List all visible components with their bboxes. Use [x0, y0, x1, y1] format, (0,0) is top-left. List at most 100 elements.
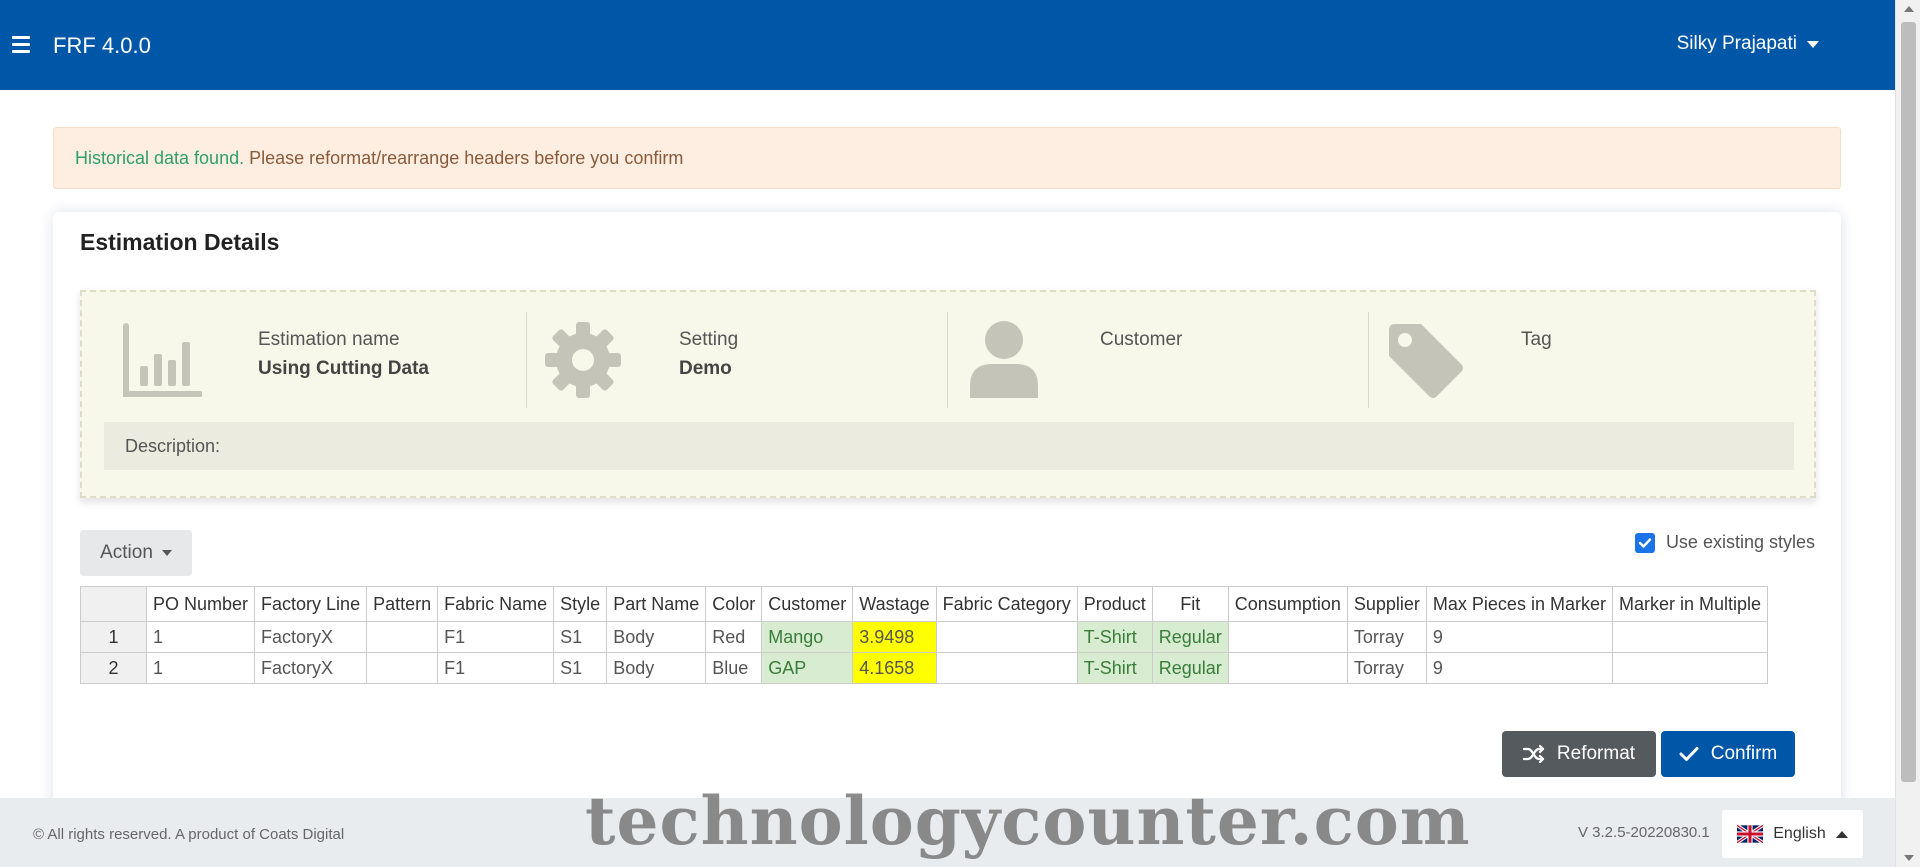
version-text: V 3.2.5-20220830.1	[1578, 824, 1710, 841]
hamburger-menu-icon[interactable]	[12, 36, 30, 53]
row-index-cell[interactable]: 1	[80, 621, 147, 653]
table-row[interactable]: 2 1 FactoryX F1 S1 Body Blue GAP 4.1658 T-Shirt Re…	[80, 652, 1769, 684]
column-header[interactable]: Product	[1076, 586, 1153, 622]
tag-icon	[1389, 324, 1463, 398]
user-name: Silky Prajapati	[1676, 33, 1797, 54]
scroll-down-arrow-icon[interactable]	[1904, 855, 1914, 861]
data-grid[interactable]: PO Number Factory Line Pattern Fabric Name S…	[80, 586, 1816, 696]
confirm-button[interactable]: Confirm	[1661, 731, 1795, 777]
estimation-name-value: Using Cutting Data	[258, 358, 429, 379]
reformat-button[interactable]: Reformat	[1502, 731, 1656, 777]
column-header[interactable]: Customer	[761, 586, 854, 622]
table-cell[interactable]	[1611, 652, 1769, 684]
copyright-text: © All rights reserved. A product of Coat…	[33, 826, 345, 843]
column-header[interactable]: Max Pieces in Marker	[1425, 586, 1613, 622]
table-body: 1 1 FactoryX F1 S1 Body Red Mango 3.9498 T-Shirt R…	[80, 621, 1769, 684]
user-menu[interactable]: Silky Prajapati	[1677, 33, 1819, 55]
alert-message: Please reformat/rearrange headers before…	[249, 148, 684, 168]
column-header[interactable]: Part Name	[606, 586, 707, 622]
table-cell[interactable]: T-Shirt	[1076, 652, 1153, 684]
table-cell[interactable]: Body	[606, 621, 707, 653]
setting-value: Demo	[679, 358, 732, 379]
description-label: Description:	[125, 436, 221, 456]
caret-down-icon	[161, 550, 172, 556]
column-header[interactable]: Supplier	[1346, 586, 1427, 622]
column-header[interactable]: PO Number	[145, 586, 256, 622]
table-cell[interactable]: Torray	[1346, 621, 1427, 653]
description-row: Description:	[104, 422, 1794, 470]
column-header[interactable]: Style	[553, 586, 608, 622]
scroll-thumb[interactable]	[1901, 22, 1916, 782]
uk-flag-icon	[1737, 825, 1764, 843]
shuffle-icon	[1522, 745, 1545, 763]
column-header[interactable]: Fit	[1151, 586, 1229, 622]
row-index-header[interactable]	[80, 586, 147, 622]
row-index-cell[interactable]: 2	[80, 652, 147, 684]
table-cell[interactable]	[366, 621, 439, 653]
column-header[interactable]: Fabric Name	[437, 586, 555, 622]
table-cell[interactable]: T-Shirt	[1076, 621, 1153, 653]
gear-icon	[545, 322, 621, 398]
table-cell[interactable]: GAP	[761, 652, 854, 684]
table-cell[interactable]: S1	[553, 652, 608, 684]
column-header[interactable]: Consumption	[1227, 586, 1348, 622]
table-header-row: PO Number Factory Line Pattern Fabric Name S…	[80, 586, 1769, 622]
table-cell[interactable]	[1227, 621, 1348, 653]
use-existing-styles-checkbox[interactable]	[1634, 532, 1655, 553]
caret-down-icon	[1807, 40, 1819, 48]
page-scrollbar[interactable]	[1895, 0, 1920, 867]
info-setting: Setting Demo	[523, 312, 943, 410]
table-cell[interactable]: Red	[705, 621, 763, 653]
column-header[interactable]: Wastage	[852, 586, 937, 622]
action-dropdown-button[interactable]: Action	[80, 530, 192, 576]
table-cell[interactable]	[1227, 652, 1348, 684]
setting-label: Setting	[679, 329, 739, 350]
app-title[interactable]: FRF 4.0.0	[53, 33, 151, 59]
bar-chart-icon	[123, 323, 202, 397]
table-cell[interactable]	[935, 621, 1078, 653]
checkmark-icon	[1638, 537, 1652, 548]
historical-data-alert: Historical data found. Please reformat/r…	[53, 127, 1841, 189]
estimation-info-panel: Estimation name Using Cutting Data Setti…	[80, 290, 1816, 498]
column-header[interactable]: Marker in Multiple	[1611, 586, 1769, 622]
column-header[interactable]: Factory Line	[254, 586, 368, 622]
table-cell[interactable]: 1	[145, 652, 256, 684]
estimation-details-card: Estimation Details Estimation name Using…	[53, 212, 1841, 812]
confirm-label: Confirm	[1710, 743, 1778, 764]
table-cell[interactable]: FactoryX	[254, 652, 368, 684]
table-cell[interactable]	[366, 652, 439, 684]
table-cell[interactable]: FactoryX	[254, 621, 368, 653]
use-existing-styles-toggle[interactable]: Use existing styles	[1634, 532, 1815, 553]
table-row[interactable]: 1 1 FactoryX F1 S1 Body Red Mango 3.9498 T-Shirt R…	[80, 621, 1769, 653]
scroll-up-arrow-icon[interactable]	[1904, 6, 1914, 12]
table-cell[interactable]	[1611, 621, 1769, 653]
table-cell[interactable]: 4.1658	[852, 652, 937, 684]
table-cell[interactable]: 9	[1425, 652, 1613, 684]
tag-label: Tag	[1521, 329, 1552, 350]
table-cell[interactable]: Body	[606, 652, 707, 684]
table-cell[interactable]	[935, 652, 1078, 684]
info-customer: Customer	[944, 312, 1364, 410]
table-cell[interactable]: Regular	[1151, 652, 1229, 684]
table-cell[interactable]: Mango	[761, 621, 854, 653]
table-cell[interactable]: 3.9498	[852, 621, 937, 653]
language-selector[interactable]: English	[1722, 810, 1863, 858]
table-cell[interactable]: Torray	[1346, 652, 1427, 684]
table-cell[interactable]: F1	[437, 621, 555, 653]
column-header[interactable]: Fabric Category	[935, 586, 1078, 622]
column-header[interactable]: Color	[705, 586, 763, 622]
checkmark-icon	[1679, 747, 1699, 761]
top-navbar: FRF 4.0.0 Silky Prajapati	[0, 0, 1895, 90]
table-cell[interactable]: S1	[553, 621, 608, 653]
use-existing-styles-label: Use existing styles	[1665, 532, 1815, 552]
table-cell[interactable]: Regular	[1151, 621, 1229, 653]
table-cell[interactable]: Blue	[705, 652, 763, 684]
estimation-name-label: Estimation name	[258, 329, 400, 350]
caret-up-icon	[1835, 830, 1848, 838]
table-cell[interactable]: 9	[1425, 621, 1613, 653]
language-label: English	[1773, 825, 1826, 842]
table-cell[interactable]: 1	[145, 621, 256, 653]
table-cell[interactable]: F1	[437, 652, 555, 684]
watermark: technologycounter.com	[585, 782, 1471, 860]
column-header[interactable]: Pattern	[366, 586, 439, 622]
